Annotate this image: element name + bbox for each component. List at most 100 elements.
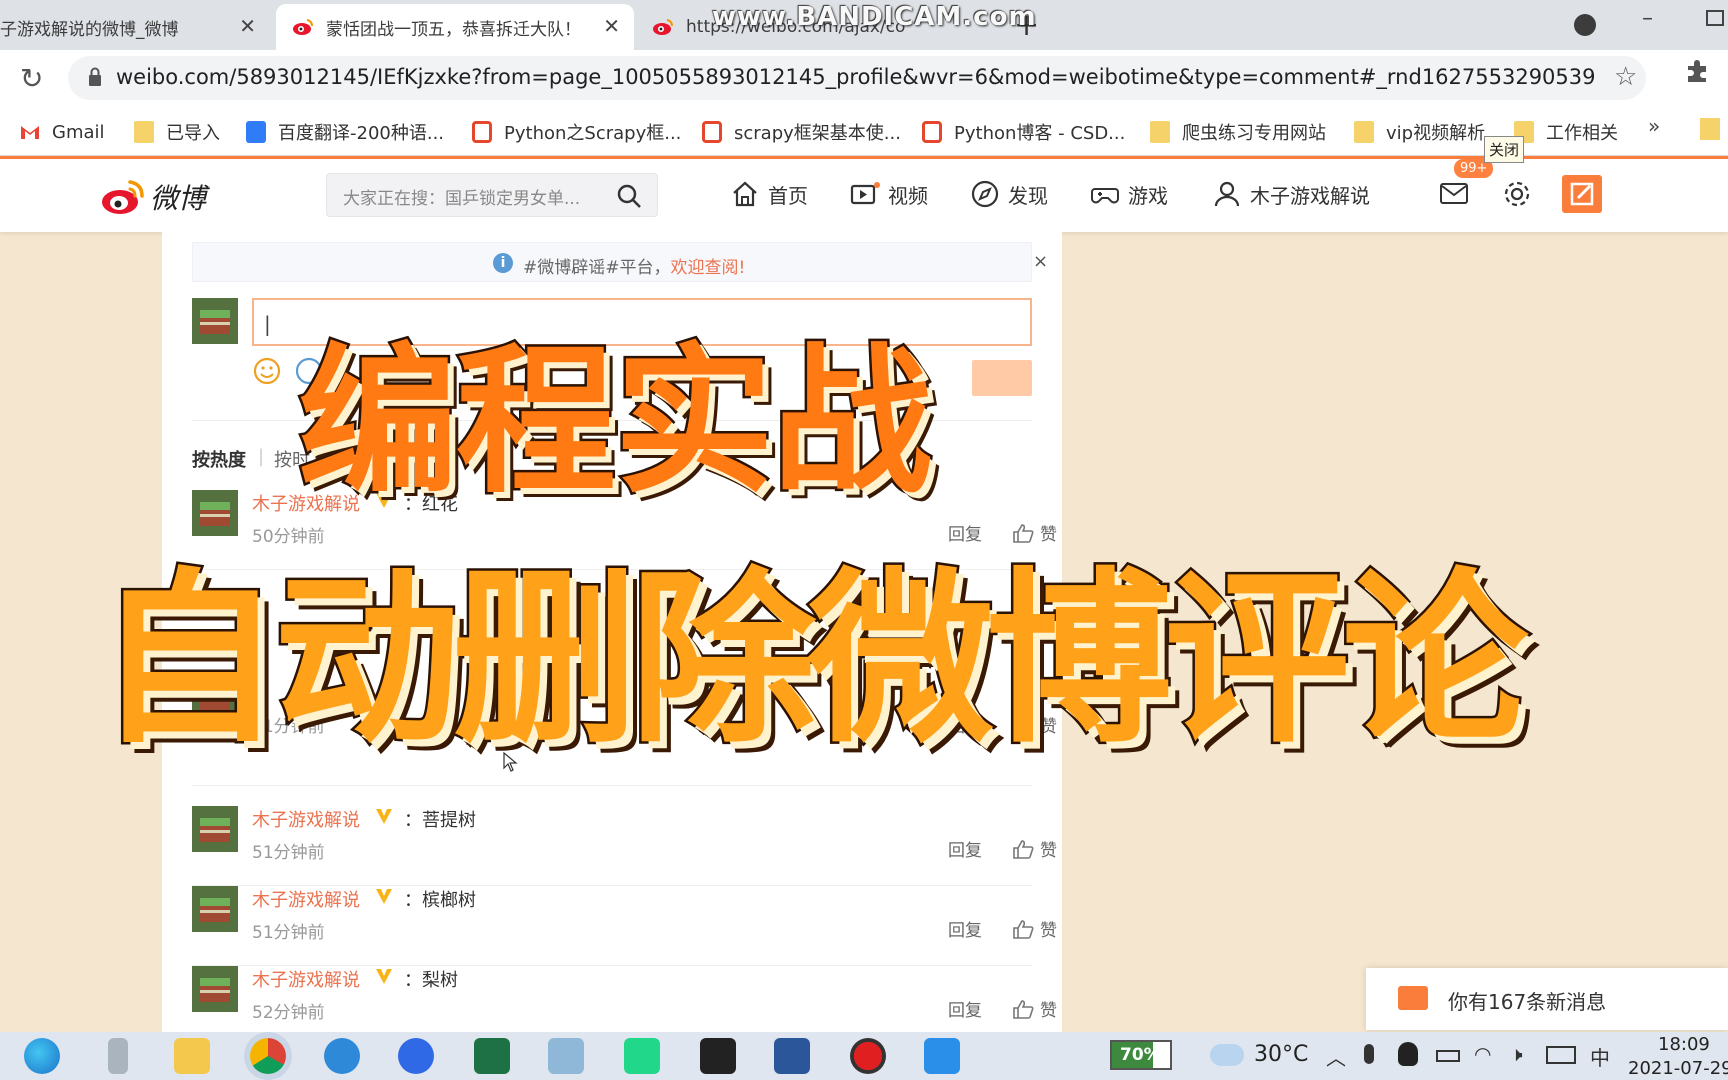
edit-icon bbox=[1570, 182, 1594, 206]
battery-indicator[interactable]: 70% bbox=[1110, 1040, 1172, 1070]
chrome-icon[interactable] bbox=[250, 1038, 286, 1074]
keyboard-icon[interactable] bbox=[1546, 1046, 1576, 1064]
bookmark-python-csdn[interactable]: Python博客 - CSD... bbox=[922, 116, 1125, 148]
wifi-icon[interactable]: ◠ bbox=[1474, 1042, 1491, 1066]
notice-link[interactable]: 欢迎查阅! bbox=[671, 258, 746, 278]
reply-button[interactable]: 回复 bbox=[948, 996, 982, 1021]
bookmark-imported[interactable]: 已导入 bbox=[134, 116, 220, 148]
terminal-icon[interactable] bbox=[700, 1038, 736, 1074]
bookmark-gmail[interactable]: Gmail bbox=[20, 116, 105, 148]
pycharm-icon[interactable] bbox=[624, 1038, 660, 1074]
clock-time[interactable]: 18:09 bbox=[1658, 1034, 1710, 1055]
sort-by-hot[interactable]: 按热度 bbox=[192, 446, 246, 472]
file-explorer-icon[interactable] bbox=[174, 1038, 210, 1074]
overlay-title-line1: 编程实战 bbox=[295, 326, 934, 518]
folder-icon bbox=[1354, 121, 1374, 143]
microphone-tray-icon[interactable] bbox=[1364, 1044, 1374, 1064]
compose-button[interactable] bbox=[1562, 175, 1602, 213]
bookmark-star-icon[interactable]: ☆ bbox=[1614, 62, 1637, 92]
comment-username[interactable]: 木子游戏解说 bbox=[252, 886, 360, 912]
phone-app-icon[interactable] bbox=[924, 1038, 960, 1074]
avatar[interactable] bbox=[192, 806, 238, 852]
comment-text: ：梨树 bbox=[404, 970, 458, 991]
thumbs-up-icon bbox=[1013, 999, 1034, 1019]
bookmark-python-scrapy[interactable]: Python之Scrapy框... bbox=[472, 116, 681, 148]
extensions-puzzle-icon[interactable] bbox=[1684, 58, 1710, 84]
emoji-icon[interactable] bbox=[252, 356, 282, 386]
like-label: 赞 bbox=[1040, 921, 1057, 941]
speaker-mute-icon[interactable]: 🕨 bbox=[1510, 1042, 1523, 1066]
home-icon bbox=[733, 181, 757, 207]
cloud-icon bbox=[1210, 1044, 1244, 1066]
minimize-button[interactable]: – bbox=[1642, 6, 1653, 31]
gear-icon[interactable] bbox=[1502, 179, 1532, 209]
microphone-icon[interactable] bbox=[108, 1038, 128, 1074]
bookmark-label: scrapy框架基本使... bbox=[734, 123, 901, 144]
power-icon[interactable] bbox=[1436, 1050, 1460, 1062]
translate-app-icon[interactable] bbox=[324, 1038, 360, 1074]
qq-icon[interactable] bbox=[1398, 1042, 1418, 1066]
search-icon[interactable] bbox=[615, 182, 643, 210]
weibo-logo-icon bbox=[102, 180, 144, 214]
user-icon bbox=[1214, 181, 1240, 207]
chevron-up-icon[interactable]: ︿ bbox=[1326, 1042, 1346, 1071]
translate-icon bbox=[246, 121, 266, 143]
l-app-icon[interactable] bbox=[398, 1038, 434, 1074]
bandicam-record-icon[interactable] bbox=[850, 1038, 886, 1074]
profile-icon[interactable] bbox=[1574, 14, 1596, 36]
mail-icon[interactable] bbox=[1440, 181, 1468, 205]
weibo-favicon-icon bbox=[653, 19, 673, 35]
reply-button[interactable]: 回复 bbox=[948, 916, 982, 941]
like-button[interactable]: 赞 bbox=[1012, 916, 1057, 941]
close-icon[interactable]: ✕ bbox=[603, 14, 620, 38]
thumbs-up-icon bbox=[1013, 919, 1034, 939]
nav-video[interactable]: 视频 bbox=[850, 179, 928, 209]
like-button[interactable]: 赞 bbox=[1012, 996, 1057, 1021]
verified-badge-icon bbox=[376, 809, 392, 824]
like-label: 赞 bbox=[1040, 1001, 1057, 1021]
comment-text: ：槟榔树 bbox=[404, 890, 476, 911]
nav-discover[interactable]: 发现 bbox=[970, 179, 1048, 209]
ime-indicator[interactable]: 中 bbox=[1590, 1042, 1610, 1071]
bookmark-label: 已导入 bbox=[166, 123, 220, 144]
folder-icon[interactable] bbox=[1700, 118, 1720, 140]
nav-games[interactable]: 游戏 bbox=[1090, 179, 1168, 209]
comment-username[interactable]: 木子游戏解说 bbox=[252, 806, 360, 832]
reload-icon[interactable]: ↻ bbox=[20, 62, 43, 95]
maximize-button[interactable] bbox=[1706, 10, 1724, 26]
tooltip: 关闭 bbox=[1484, 136, 1525, 163]
notes-app-icon[interactable] bbox=[548, 1038, 584, 1074]
avatar[interactable] bbox=[192, 886, 238, 932]
close-icon[interactable]: × bbox=[1033, 251, 1048, 272]
reply-button[interactable]: 回复 bbox=[948, 836, 982, 861]
tab-weibo-post[interactable]: 蒙恬团战一顶五，恭喜拆迁大队！ ✕ bbox=[276, 4, 634, 50]
like-button[interactable]: 赞 bbox=[1012, 836, 1057, 861]
avatar[interactable] bbox=[192, 298, 238, 344]
comment-username[interactable]: 木子游戏解说 bbox=[252, 966, 360, 992]
submit-comment-button[interactable] bbox=[972, 360, 1032, 396]
bookmarks-overflow-button[interactable]: » bbox=[1648, 114, 1660, 138]
bookmark-crawler-practice[interactable]: 爬虫练习专用网站 bbox=[1150, 116, 1326, 148]
excel-icon[interactable] bbox=[474, 1038, 510, 1074]
search-input[interactable]: 大家正在搜：国乒锁定男女单... bbox=[343, 184, 580, 209]
weibo-logo[interactable]: 微博 bbox=[100, 177, 206, 217]
bookmark-work[interactable]: 工作相关 bbox=[1514, 116, 1618, 148]
new-message-popup[interactable]: 你有167条新消息 bbox=[1366, 968, 1728, 1030]
bookmark-scrapy-basics[interactable]: scrapy框架基本使... bbox=[702, 116, 901, 148]
weibo-search-box[interactable]: 大家正在搜：国乒锁定男女单... bbox=[326, 173, 658, 217]
temperature[interactable]: 30°C bbox=[1254, 1042, 1308, 1067]
tab-weibo-profile[interactable]: 子游戏解说的微博_微博 ✕ bbox=[0, 4, 270, 50]
folder-icon bbox=[134, 121, 154, 143]
close-icon[interactable]: ✕ bbox=[239, 14, 256, 38]
url-field[interactable]: weibo.com/5893012145/IEfKjzxke?from=page… bbox=[68, 56, 1646, 100]
comment-row: 木子游戏解说 ：菩提树 51分钟前 回复 赞 bbox=[192, 806, 1057, 886]
clock-date[interactable]: 2021-07-29 bbox=[1628, 1058, 1728, 1079]
word-icon[interactable] bbox=[774, 1038, 810, 1074]
nav-home[interactable]: 首页 bbox=[730, 179, 808, 209]
bookmark-vip-video[interactable]: vip视频解析 bbox=[1354, 116, 1485, 148]
nav-profile[interactable]: 木子游戏解说 bbox=[1212, 179, 1370, 209]
compass-icon bbox=[971, 180, 999, 208]
edge-icon[interactable] bbox=[24, 1038, 60, 1074]
avatar[interactable] bbox=[192, 966, 238, 1012]
bookmark-baidu-translate[interactable]: 百度翻译-200种语... bbox=[246, 116, 444, 148]
